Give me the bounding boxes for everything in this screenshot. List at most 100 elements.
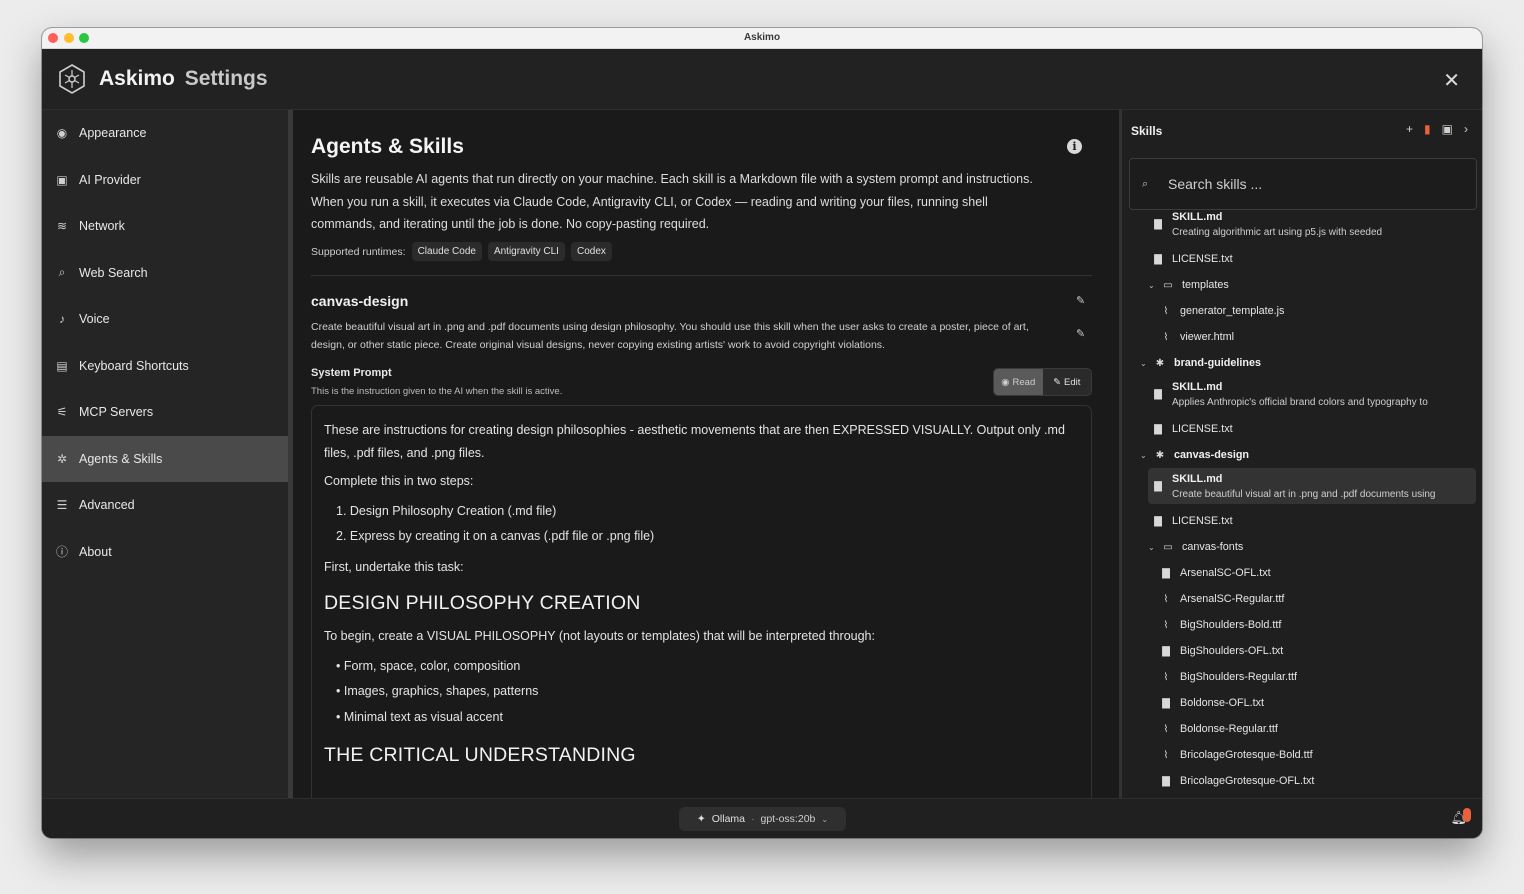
tree-item-text: BigShoulders-OFL.txt xyxy=(1180,645,1283,657)
system-prompt-viewer[interactable]: These are instructions for creating desi… xyxy=(311,405,1092,798)
skills-search-input[interactable] xyxy=(1168,176,1448,192)
chevron-down-icon[interactable]: ⌄ xyxy=(1148,543,1158,552)
tree-item-name: BricolageGrotesque-Bold.ttf xyxy=(1180,749,1313,761)
model-selector[interactable]: ✦ Ollama · gpt-oss:20b ⌄ xyxy=(679,807,846,831)
tree-item-text: canvas-design xyxy=(1174,449,1249,461)
file-tree-item[interactable]: ⌇ ArsenalSC-Regular.ttf xyxy=(1122,586,1482,612)
document-icon: ▇ xyxy=(1162,697,1170,709)
document-icon: ▇ xyxy=(1162,567,1170,579)
divider xyxy=(311,275,1092,276)
supported-runtimes: Supported runtimes: Claude Code Antigrav… xyxy=(311,242,612,261)
tree-item-name: Boldonse-OFL.txt xyxy=(1180,697,1265,709)
tree-item-text: BricolageGrotesque-OFL.txt xyxy=(1180,775,1314,787)
paperclip-icon: ⌇ xyxy=(1163,723,1169,735)
model-name: gpt-oss:20b xyxy=(760,813,816,825)
runtime-chip: Antigravity CLI xyxy=(487,242,565,261)
edit-mode-button[interactable]: ✎ Edit xyxy=(1043,369,1092,395)
tree-item-text: templates xyxy=(1182,279,1229,291)
file-tree-item[interactable]: ⌇ BigShoulders-Regular.ttf xyxy=(1122,664,1482,690)
sidebar-item-keyboard-shortcuts[interactable]: ▤ Keyboard Shortcuts xyxy=(42,343,288,390)
document-icon: ▇ xyxy=(1162,645,1170,657)
folder-tree-item[interactable]: ⌄ ▭ canvas-fonts xyxy=(1122,534,1482,560)
sidebar-item-voice[interactable]: ♪ Voice xyxy=(42,296,288,343)
info-icon[interactable]: i xyxy=(1067,139,1082,154)
tree-item-text: BigShoulders-Regular.ttf xyxy=(1180,671,1297,683)
chevron-down-icon[interactable]: ⌄ xyxy=(1148,281,1158,290)
file-tree-item[interactable]: ▇ SKILL.md Create beautiful visual art in … xyxy=(1148,468,1476,504)
tree-item-text: generator_template.js xyxy=(1180,305,1284,317)
file-tree-item[interactable]: ▇ LICENSE.txt xyxy=(1122,508,1482,534)
tree-item-name: BigShoulders-Bold.ttf xyxy=(1180,619,1282,631)
section-name: Settings xyxy=(184,67,268,90)
tree-item-text: ArsenalSC-Regular.ttf xyxy=(1180,593,1284,605)
chevron-down-icon[interactable]: ⌄ xyxy=(1140,451,1150,460)
skill-tree-item[interactable]: ⌄ ✱ canvas-design xyxy=(1122,442,1482,468)
tree-item-name: BigShoulders-OFL.txt xyxy=(1180,645,1284,657)
read-mode-button[interactable]: ◉ Read xyxy=(994,369,1043,395)
wifi-icon: ≋ xyxy=(56,219,68,234)
tree-item-text: SKILL.md Applies Anthropic's official bra… xyxy=(1172,381,1428,408)
skill-tree-item[interactable]: ⌄ ✱ brand-guidelines xyxy=(1122,350,1482,376)
file-tree-item[interactable]: ▇ Boldonse-OFL.txt xyxy=(1122,690,1482,716)
file-tree-item[interactable]: ⌇ viewer.html xyxy=(1122,324,1482,350)
separator: · xyxy=(751,813,755,825)
edit-name-pencil-icon[interactable]: ✎ xyxy=(1076,294,1085,307)
document-icon: ▇ xyxy=(1154,515,1162,527)
eye-icon: ◉ xyxy=(1001,376,1010,388)
file-tree-item[interactable]: ▇ SKILL.md Applies Anthropic's official br… xyxy=(1122,376,1482,412)
tree-item-description: Applies Anthropic's official brand color… xyxy=(1172,396,1428,408)
tree-item-name: SKILL.md xyxy=(1172,380,1223,393)
sidebar-item-label: AI Provider xyxy=(79,172,141,187)
search-icon: ⌕ xyxy=(1142,177,1149,190)
sidebar-item-web-search[interactable]: ⌕ Web Search xyxy=(42,250,288,297)
askimo-logo-icon xyxy=(59,64,85,94)
runtime-chip: Claude Code xyxy=(411,242,482,261)
file-tree-item[interactable]: ⌇ Boldonse-Regular.ttf xyxy=(1122,716,1482,742)
close-icon[interactable]: ✕ xyxy=(1443,68,1460,93)
file-tree-item[interactable]: ▇ LICENSE.txt xyxy=(1122,246,1482,272)
sidebar-item-appearance[interactable]: ◉ Appearance xyxy=(42,110,288,157)
tree-item-description: Creating algorithmic art using p5.js wit… xyxy=(1172,226,1383,238)
prompt-paragraph: To begin, create a VISUAL PHILOSOPHY (no… xyxy=(324,629,875,643)
chevron-down-icon: ⌄ xyxy=(821,814,829,824)
file-tree-item[interactable]: ▇ BigShoulders-OFL.txt xyxy=(1122,638,1482,664)
prompt-intro: These are instructions for creating desi… xyxy=(324,423,1065,460)
star-icon: ✱ xyxy=(1155,449,1165,461)
pencil-icon: ✎ xyxy=(1053,376,1062,388)
prompt-heading: THE CRITICAL UNDERSTANDING xyxy=(324,744,636,766)
file-tree-item[interactable]: ▇ LICENSE.txt xyxy=(1122,416,1482,442)
file-tree-item[interactable]: ⌇ BricolageGrotesque-Bold.ttf xyxy=(1122,742,1482,768)
notification-badge xyxy=(1463,808,1471,822)
file-tree-item[interactable]: ▇ BricolageGrotesque-OFL.txt xyxy=(1122,768,1482,794)
folder-icon: ▭ xyxy=(1163,541,1173,553)
trash-icon[interactable]: ▮ xyxy=(1424,122,1431,136)
sidebar-item-mcp-servers[interactable]: ⚟ MCP Servers xyxy=(42,389,288,436)
chevron-right-icon[interactable]: › xyxy=(1464,122,1468,136)
runtimes-label: Supported runtimes: xyxy=(311,245,406,258)
file-tree-item[interactable]: ⌇ generator_template.js xyxy=(1122,298,1482,324)
sidebar-item-ai-provider[interactable]: ▣ AI Provider xyxy=(42,157,288,204)
edit-description-pencil-icon[interactable]: ✎ xyxy=(1076,327,1085,340)
tree-item-text: Boldonse-Regular.ttf xyxy=(1180,723,1278,735)
add-icon[interactable]: + xyxy=(1406,122,1413,136)
sidebar-item-advanced[interactable]: ☰ Advanced xyxy=(42,482,288,529)
archive-icon[interactable]: ▣ xyxy=(1442,122,1453,136)
file-tree-item[interactable]: ▇ SKILL.md Creating algorithmic art using … xyxy=(1122,206,1482,242)
settings-sidebar: ◉ Appearance ▣ AI Provider ≋ Network ⌕ Web Sear… xyxy=(42,110,288,798)
file-tree-item[interactable]: ⌇ BigShoulders-Bold.ttf xyxy=(1122,612,1482,638)
skills-panel-title: Skills xyxy=(1131,124,1163,138)
sidebar-item-network[interactable]: ≋ Network xyxy=(42,203,288,250)
file-tree-item[interactable]: ▇ ArsenalSC-OFL.txt xyxy=(1122,560,1482,586)
tree-item-text: LICENSE.txt xyxy=(1172,515,1233,527)
search-icon: ⌕ xyxy=(58,265,66,280)
window-title: Askimo xyxy=(743,32,781,43)
folder-tree-item[interactable]: ⌄ ▭ templates xyxy=(1122,272,1482,298)
sidebar-item-about[interactable]: ⓘ About xyxy=(42,529,288,576)
sidebar-item-agents-skills[interactable]: ✲ Agents & Skills xyxy=(42,435,288,482)
chevron-down-icon[interactable]: ⌄ xyxy=(1140,359,1150,368)
keyboard-icon: ▤ xyxy=(56,358,68,373)
status-bar: ✦ Ollama · gpt-oss:20b ⌄ 🔔︎ xyxy=(42,798,1482,838)
document-icon: ▇ xyxy=(1154,218,1162,230)
tree-item-name: canvas-fonts xyxy=(1182,541,1244,553)
read-edit-toggle: ◉ Read ✎ Edit xyxy=(993,368,1092,396)
